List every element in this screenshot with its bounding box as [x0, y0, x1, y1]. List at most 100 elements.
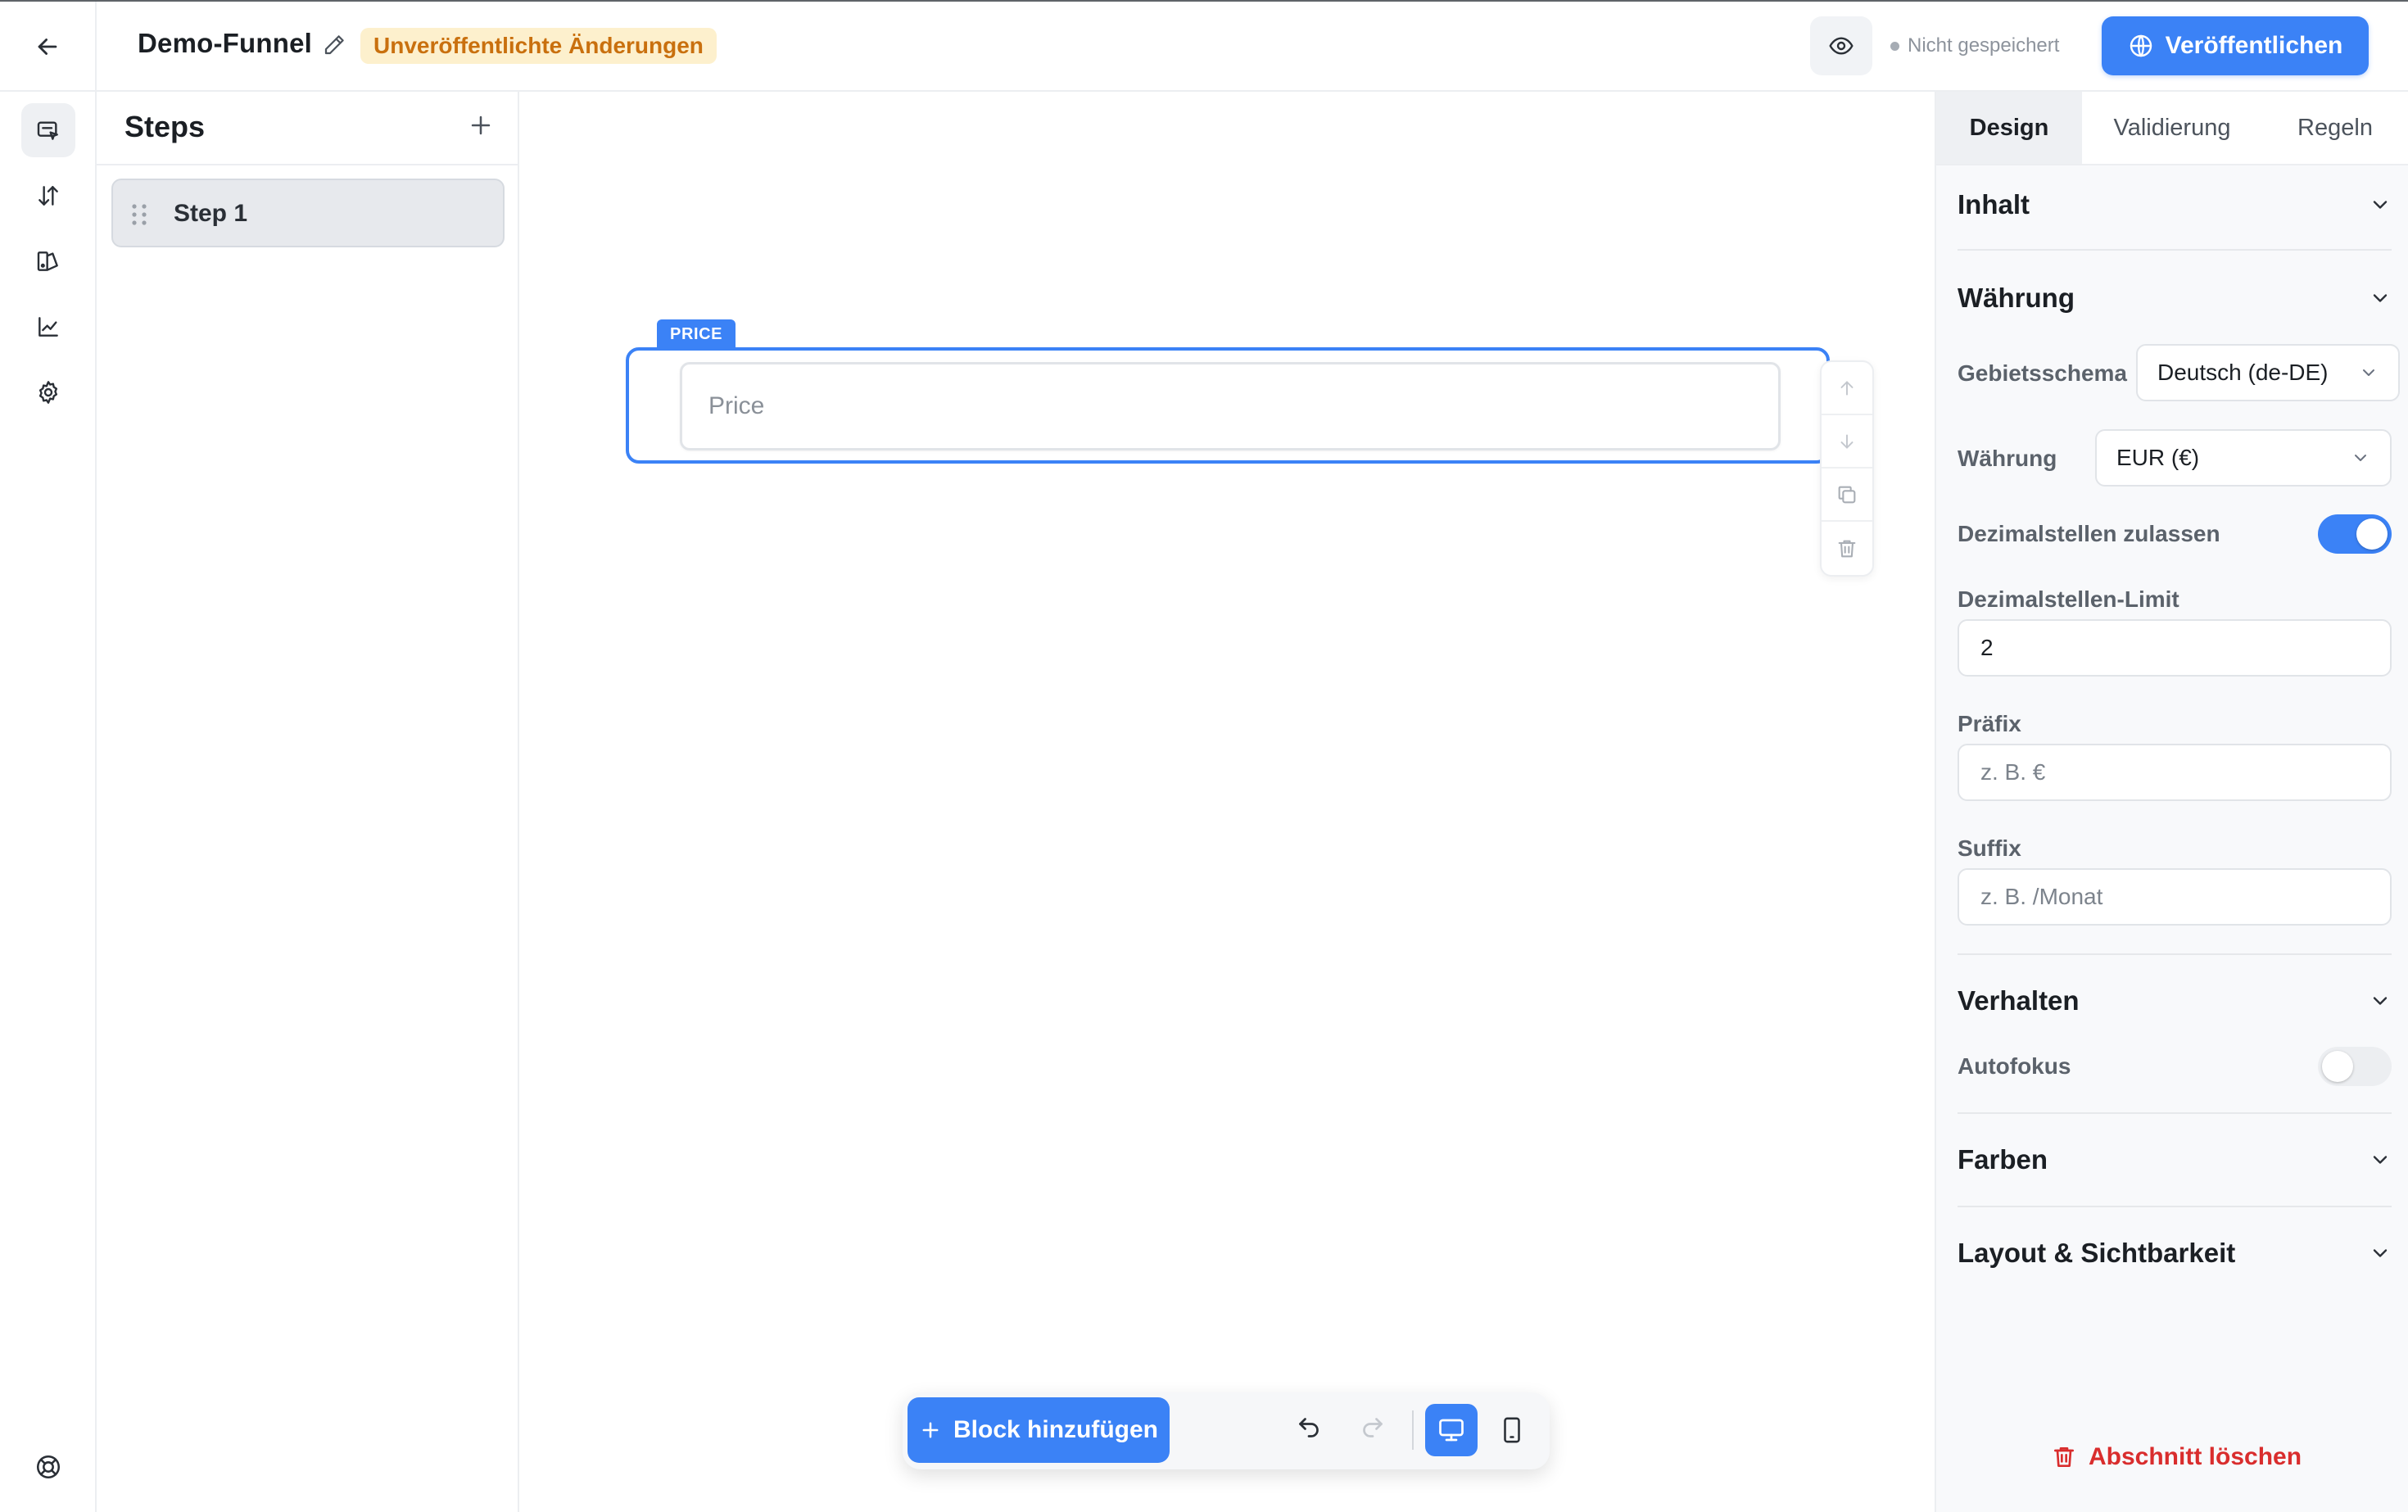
prefix-label: Präfix [1958, 711, 2021, 736]
funnel-title: Demo-Funnel [138, 28, 313, 58]
section-waehrung-header[interactable]: Währung [1958, 274, 2392, 323]
decimal-limit-input[interactable]: 2 [1958, 619, 2392, 677]
section-title: Farben [1958, 1144, 2048, 1175]
autofocus-toggle[interactable] [2318, 1047, 2392, 1086]
trash-icon [2054, 1447, 2074, 1467]
toggle-knob [2322, 1051, 2353, 1082]
redo-icon [1363, 1418, 1383, 1437]
eye-icon [1829, 37, 1854, 55]
divider [1958, 249, 2392, 251]
delete-section-label: Abschnitt löschen [2089, 1443, 2302, 1470]
save-status: Nicht gespeichert [1890, 34, 2059, 57]
trash-icon [1838, 540, 1856, 557]
top-bar: Demo-Funnel Unveröffentlichte Änderungen… [0, 0, 2408, 92]
add-step-button[interactable] [467, 111, 495, 139]
rail-theme-button[interactable] [21, 234, 75, 288]
divider [1958, 1206, 2392, 1207]
decimals-toggle[interactable] [2318, 514, 2392, 554]
redo-button[interactable] [1358, 1410, 1387, 1440]
pencil-icon [324, 35, 344, 55]
rail-sort-button[interactable] [21, 169, 75, 223]
price-block[interactable]: Price [626, 347, 1830, 464]
currency-select[interactable]: EUR (€) [2095, 429, 2392, 487]
mobile-view-button[interactable] [1486, 1404, 1538, 1456]
currency-value: EUR (€) [2116, 445, 2200, 470]
undo-icon [1299, 1418, 1319, 1437]
back-button[interactable] [0, 2, 97, 92]
locale-value: Deutsch (de-DE) [2157, 360, 2329, 385]
delete-section-button[interactable]: Abschnitt löschen [2051, 1443, 2302, 1471]
divider [1958, 1112, 2392, 1114]
delete-block-button[interactable] [1822, 522, 1872, 575]
chevron-down-icon [2373, 1249, 2388, 1257]
suffix-input[interactable]: z. B. /Monat [1958, 868, 2392, 926]
rail-settings-button[interactable] [21, 365, 75, 419]
help-icon [36, 1455, 61, 1479]
status-dot [1890, 41, 1899, 51]
save-status-text: Nicht gespeichert [1908, 34, 2060, 57]
plus-icon [471, 115, 491, 135]
desktop-view-button[interactable] [1425, 1404, 1478, 1456]
publish-label: Veröffentlichen [2165, 32, 2343, 59]
editor-icon [37, 121, 58, 140]
step-item[interactable]: Step 1 [111, 179, 505, 247]
section-verhalten-header[interactable]: Verhalten [1958, 976, 2392, 1025]
prefix-input[interactable]: z. B. € [1958, 744, 2392, 801]
section-inhalt-header[interactable]: Inhalt [1958, 180, 2392, 229]
settings-panel: Design Validierung Regeln Inhalt Währung… [1935, 92, 2408, 1512]
editor-canvas: PRICE Price Block hinzufügen [519, 92, 1935, 1512]
section-title: Layout & Sichtbarkeit [1958, 1238, 2236, 1268]
section-title: Verhalten [1958, 985, 2080, 1016]
block-type-tag: PRICE [657, 319, 736, 349]
currency-label: Währung [1958, 446, 2057, 471]
move-up-button[interactable] [1822, 362, 1872, 415]
section-title: Inhalt [1958, 189, 2030, 220]
toggle-knob [2356, 518, 2388, 550]
decimal-limit-label: Dezimalstellen-Limit [1958, 586, 2179, 612]
locale-label: Gebietsschema [1958, 360, 2127, 386]
bottom-toolbar: Block hinzufügen [903, 1392, 1550, 1469]
globe-icon [2130, 34, 2152, 57]
decimals-label: Dezimalstellen zulassen [1958, 521, 2220, 546]
toolbar-divider [1412, 1410, 1414, 1450]
edit-title-button[interactable] [322, 33, 346, 57]
steps-header: Steps [97, 92, 518, 165]
steps-title: Steps [124, 110, 206, 143]
arrow-left-icon [38, 38, 57, 55]
steps-panel: Steps Step 1 [97, 92, 519, 1512]
chevron-down-icon [2363, 369, 2374, 376]
chevron-down-icon [2355, 455, 2366, 461]
undo-button[interactable] [1294, 1410, 1324, 1440]
section-layout-header[interactable]: Layout & Sichtbarkeit [1958, 1229, 2392, 1278]
copy-icon [1838, 486, 1856, 503]
smartphone-icon [1504, 1417, 1520, 1443]
price-input[interactable]: Price [680, 362, 1781, 450]
sort-icon [38, 186, 58, 206]
autofocus-label: Autofokus [1958, 1053, 2071, 1079]
drag-handle-icon[interactable] [129, 203, 149, 226]
section-title: Währung [1958, 283, 2075, 313]
chevron-down-icon [2373, 201, 2388, 209]
add-block-button[interactable]: Block hinzufügen [908, 1397, 1170, 1463]
move-down-button[interactable] [1822, 415, 1872, 469]
monitor-icon [1439, 1419, 1464, 1442]
chevron-down-icon [2373, 294, 2388, 302]
rail-help-button[interactable] [21, 1440, 75, 1494]
section-farben-header[interactable]: Farben [1958, 1135, 2392, 1184]
rail-analytics-button[interactable] [21, 300, 75, 354]
publish-button[interactable]: Veröffentlichen [2102, 16, 2369, 75]
tab-validation[interactable]: Validierung [2082, 92, 2262, 164]
preview-button[interactable] [1810, 16, 1872, 75]
divider [1958, 953, 2392, 955]
tab-rules[interactable]: Regeln [2262, 92, 2408, 164]
chevron-down-icon [2373, 997, 2388, 1005]
tab-design[interactable]: Design [1936, 92, 2082, 164]
suffix-label: Suffix [1958, 835, 2021, 861]
locale-select[interactable]: Deutsch (de-DE) [2136, 344, 2400, 401]
add-block-label: Block hinzufügen [953, 1416, 1158, 1443]
rail-editor-button[interactable] [21, 103, 75, 157]
settings-tabs: Design Validierung Regeln [1936, 92, 2408, 165]
unpublished-changes-badge: Unveröffentlichte Änderungen [360, 28, 717, 64]
arrow-up-icon [1840, 380, 1854, 396]
duplicate-button[interactable] [1822, 469, 1872, 522]
